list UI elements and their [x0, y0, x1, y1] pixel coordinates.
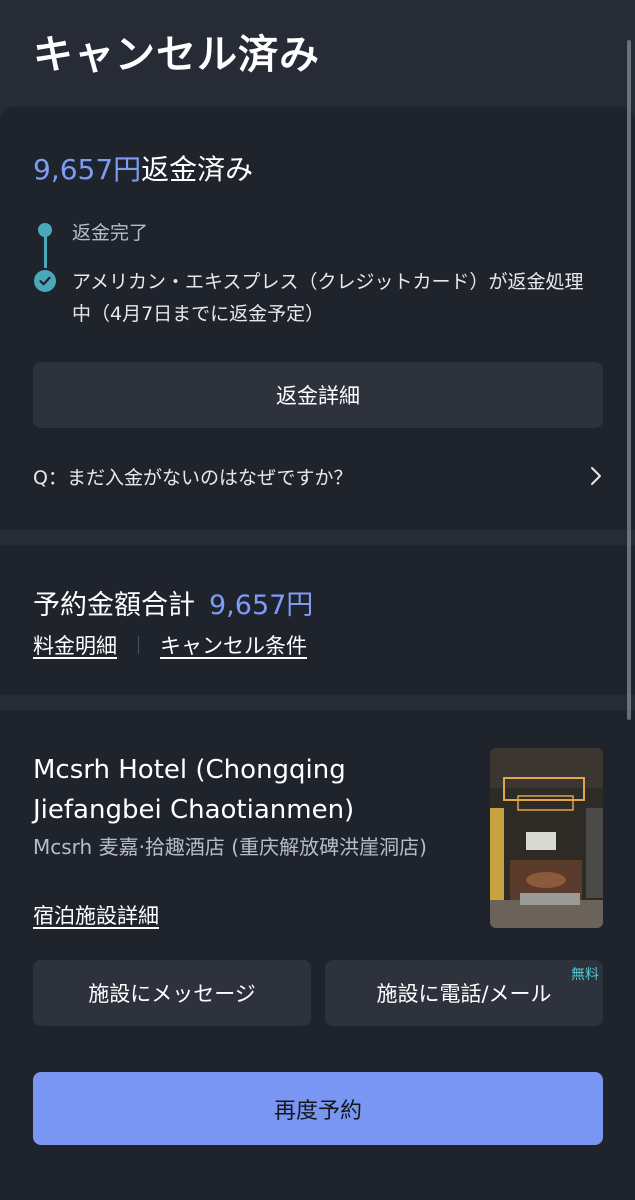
- page-title: キャンセル済み: [33, 32, 320, 78]
- booking-links: 料金明細 キャンセル条件: [33, 630, 307, 660]
- refund-status: 返金済み: [141, 153, 254, 186]
- link-divider: [138, 636, 139, 654]
- timeline-dot-icon: [38, 223, 52, 237]
- refund-details-button[interactable]: 返金詳細: [33, 362, 603, 428]
- hotel-name: Mcsrh Hotel (Chongqing Jiefangbei Chaoti…: [33, 755, 355, 825]
- refund-summary: 9,657円返金済み: [33, 148, 253, 188]
- booking-total-amount: 9,657円: [209, 590, 314, 621]
- booking-total: 予約金額合計 9,657円: [33, 583, 313, 622]
- hotel-name-local: Mcsrh 麦嘉·拾趣酒店 (重庆解放碑洪崖洞店): [33, 835, 427, 859]
- faq-question: Q：まだ入金がないのはなぜですか？: [33, 466, 353, 489]
- refund-amount: 9,657円: [33, 153, 142, 186]
- free-badge: 無料: [571, 967, 599, 983]
- timeline-step-processing: アメリカン・エキスプレス（クレジットカード）が返金処理中（4月7日までに返金予定…: [72, 271, 584, 325]
- hotel-photo[interactable]: [490, 748, 603, 928]
- call-email-property-button[interactable]: 施設に電話/メール 無料: [325, 960, 603, 1026]
- scrollbar[interactable]: [627, 40, 631, 720]
- timeline-connector: [43, 232, 47, 268]
- cancelled-booking-screen: キャンセル済み 9,657円返金済み 返金完了 アメリカン・エキスプレス（クレジ…: [0, 0, 635, 1200]
- message-property-button[interactable]: 施設にメッセージ: [33, 960, 311, 1026]
- call-email-label: 施設に電話/メール: [376, 982, 552, 1006]
- rebook-button[interactable]: 再度予約: [33, 1072, 603, 1145]
- chevron-right-icon: [591, 467, 601, 485]
- faq-no-payment-row[interactable]: Q：まだ入金がないのはなぜですか？: [33, 458, 603, 494]
- booking-total-label: 予約金額合計: [33, 590, 195, 621]
- hotel-details-link[interactable]: 宿泊施設詳細: [33, 900, 159, 930]
- check-circle-icon: [34, 270, 56, 292]
- price-details-link[interactable]: 料金明細: [33, 630, 117, 660]
- cancel-policy-link[interactable]: キャンセル条件: [160, 630, 307, 660]
- timeline-step-complete: 返金完了: [72, 222, 149, 244]
